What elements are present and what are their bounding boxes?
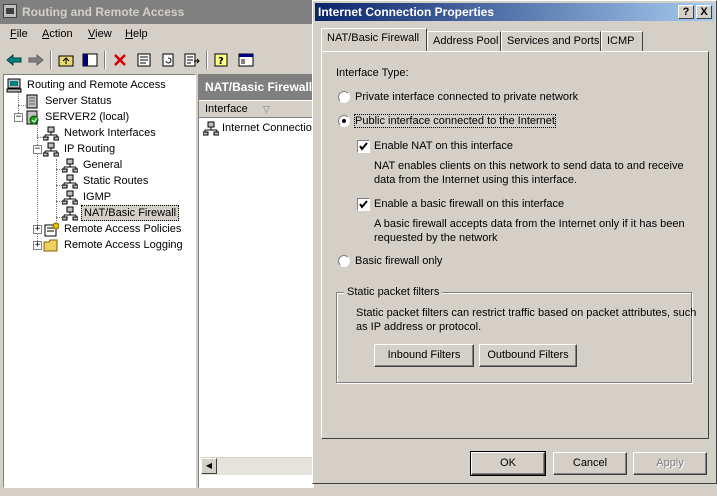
menu-bar: File Action View Help <box>0 25 320 45</box>
public-interface-radio[interactable] <box>338 115 350 127</box>
app-icon <box>3 4 17 18</box>
firewall-description-line1: A basic firewall accepts data from the I… <box>374 218 685 230</box>
server-green-icon <box>26 110 39 124</box>
ok-button[interactable]: OK <box>470 451 546 476</box>
export-list-icon[interactable] <box>182 50 202 70</box>
sort-triangle-icon: ▽ <box>263 104 270 114</box>
tree-node-igmp[interactable]: IGMP <box>62 189 113 205</box>
static-packet-filters-group <box>336 292 692 383</box>
tree-node-remote-access-policies[interactable]: Remote Access Policies <box>43 221 183 237</box>
tree-node-general[interactable]: General <box>62 157 124 173</box>
tree-node-static-routes[interactable]: Static Routes <box>62 173 150 189</box>
tree-node-remote-access-logging[interactable]: Remote Access Logging <box>43 237 185 253</box>
network-icon <box>62 206 78 220</box>
back-arrow-icon[interactable] <box>4 50 24 70</box>
folder-icon <box>43 239 58 251</box>
nat-description-line1: NAT enables clients on this network to s… <box>374 160 684 172</box>
interface-type-label: Interface Type: <box>336 67 409 79</box>
apply-button[interactable]: Apply <box>633 452 707 475</box>
policy-icon <box>44 222 59 236</box>
network-interface-icon <box>203 121 219 135</box>
forward-arrow-icon[interactable] <box>26 50 46 70</box>
basic-firewall-only-radio[interactable] <box>338 255 350 267</box>
delete-icon[interactable] <box>110 50 130 70</box>
network-icon <box>43 142 59 156</box>
properties-icon[interactable] <box>134 50 154 70</box>
menu-view[interactable]: View <box>88 28 112 40</box>
inbound-filters-button[interactable]: Inbound Filters <box>374 344 474 367</box>
network-icon <box>62 190 78 204</box>
refresh-icon[interactable] <box>158 50 178 70</box>
enable-firewall-checkbox[interactable] <box>357 198 370 211</box>
menu-help[interactable]: Help <box>125 28 148 40</box>
tree-node-network-interfaces[interactable]: Network Interfaces <box>43 125 158 141</box>
details-pane-header: NAT/Basic Firewall <box>199 75 313 100</box>
network-icon <box>62 174 78 188</box>
console-tree[interactable]: Routing and Remote Access Server Status … <box>3 74 196 488</box>
interface-list-row[interactable]: Internet Connection <box>203 120 313 136</box>
static-filters-description-line2: as IP address or protocol. <box>356 321 482 333</box>
show-hide-tree-icon[interactable] <box>80 50 100 70</box>
checkmark-icon <box>359 142 368 151</box>
enable-nat-label[interactable]: Enable NAT on this interface <box>374 140 513 152</box>
basic-firewall-only-label[interactable]: Basic firewall only <box>355 255 442 267</box>
menu-action[interactable]: Action <box>42 28 73 40</box>
expander-ip-routing[interactable]: − <box>33 145 42 154</box>
enable-firewall-label[interactable]: Enable a basic firewall on this interfac… <box>374 198 564 210</box>
console-window-icon[interactable] <box>236 50 256 70</box>
details-pane: NAT/Basic Firewall Interface ▽ Internet … <box>198 74 314 488</box>
network-icon <box>43 126 59 140</box>
outbound-filters-button[interactable]: Outbound Filters <box>479 344 577 367</box>
tree-node-ip-routing[interactable]: IP Routing <box>43 141 117 157</box>
main-window-title: Routing and Remote Access <box>22 5 185 19</box>
public-interface-label[interactable]: Public interface connected to the Intern… <box>354 114 556 128</box>
tree-node-routing-remote-access[interactable]: Routing and Remote Access <box>6 77 168 93</box>
static-filters-description-line1: Static packet filters can restrict traff… <box>356 307 697 319</box>
network-icon <box>62 158 78 172</box>
enable-nat-checkbox[interactable] <box>357 140 370 153</box>
nat-description-line2: data from the Internet using this interf… <box>374 174 578 186</box>
up-folder-icon[interactable] <box>56 50 76 70</box>
private-interface-label[interactable]: Private interface connected to private n… <box>355 91 578 103</box>
tree-node-server-status[interactable]: Server Status <box>24 93 114 109</box>
tree-node-server2[interactable]: SERVER2 (local) <box>24 109 131 125</box>
internet-connection-properties-dialog: Internet Connection Properties ? X NAT/B… <box>312 0 717 484</box>
column-header-interface[interactable]: Interface ▽ <box>199 101 313 118</box>
menu-file[interactable]: File <box>10 28 28 40</box>
checkmark-icon <box>359 200 368 209</box>
computer-icon <box>6 78 22 92</box>
tree-node-nat-basic-firewall[interactable]: NAT/Basic Firewall <box>62 205 180 221</box>
server-icon <box>26 94 38 108</box>
expander-remote-access-policies[interactable]: + <box>33 225 42 234</box>
scroll-left-icon[interactable]: ◀ <box>201 458 217 474</box>
cancel-button[interactable]: Cancel <box>553 452 627 475</box>
toolbar: ? <box>0 47 320 73</box>
static-packet-filters-label: Static packet filters <box>344 286 443 298</box>
expander-server2[interactable]: − <box>14 113 23 122</box>
firewall-description-line2: requested by the network <box>374 232 498 244</box>
horizontal-scrollbar[interactable]: ◀ <box>201 457 313 475</box>
help-book-icon[interactable]: ? <box>212 50 232 70</box>
private-interface-radio[interactable] <box>338 91 350 103</box>
expander-remote-access-logging[interactable]: + <box>33 241 42 250</box>
svg-text:?: ? <box>218 56 224 67</box>
